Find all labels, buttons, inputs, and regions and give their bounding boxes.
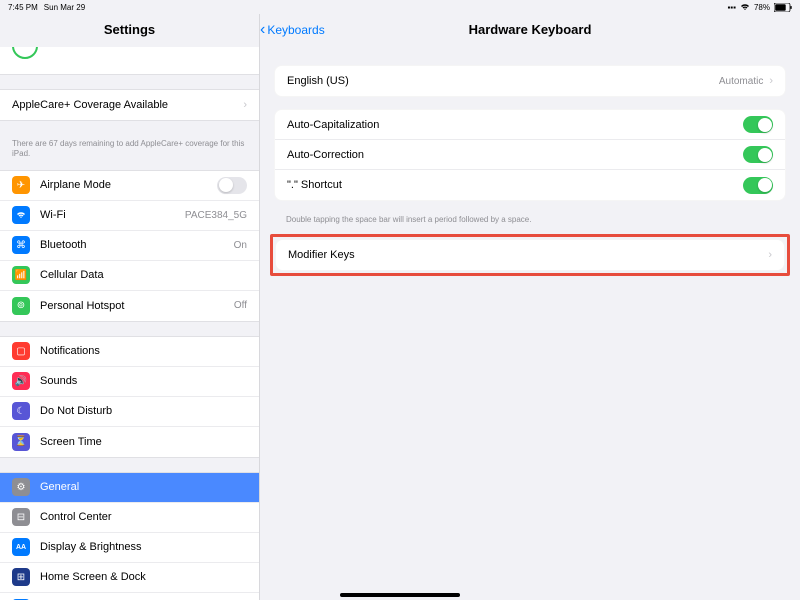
highlight-annotation: Modifier Keys › xyxy=(270,234,790,276)
general-row[interactable]: ⚙ General xyxy=(0,473,259,503)
wifi-settings-icon xyxy=(12,206,30,224)
airplane-icon: ✈ xyxy=(12,176,30,194)
autocap-row[interactable]: Auto-Capitalization xyxy=(275,110,785,140)
hourglass-icon: ⏳ xyxy=(12,433,30,451)
control-center-row[interactable]: ⊟ Control Center xyxy=(0,503,259,533)
status-time: 7:45 PM xyxy=(8,3,38,12)
airplane-mode-row[interactable]: ✈ Airplane Mode xyxy=(0,171,259,201)
grid-icon: ⊞ xyxy=(12,568,30,586)
autocorrect-toggle[interactable] xyxy=(743,146,773,163)
back-button[interactable]: ‹ Keyboards xyxy=(260,21,325,39)
shortcut-toggle[interactable] xyxy=(743,177,773,194)
gear-icon: ⚙ xyxy=(12,478,30,496)
modifier-keys-row[interactable]: Modifier Keys › xyxy=(276,240,784,270)
detail-pane: ‹ Keyboards Hardware Keyboard English (U… xyxy=(260,14,800,600)
wifi-icon xyxy=(740,3,750,11)
status-date: Sun Mar 29 xyxy=(44,3,85,12)
cellular-icon: 📶 xyxy=(12,266,30,284)
applecare-label: AppleCare+ Coverage Available xyxy=(12,99,237,111)
sidebar: Settings AppleCare+ Coverage Available ›… xyxy=(0,14,260,600)
applecare-note: There are 67 days remaining to add Apple… xyxy=(0,135,259,170)
autocorrect-row[interactable]: Auto-Correction xyxy=(275,140,785,170)
hotspot-icon: ⊚ xyxy=(12,297,30,315)
chevron-right-icon: › xyxy=(243,99,247,111)
bluetooth-row[interactable]: ⌘ Bluetooth On xyxy=(0,231,259,261)
status-bar: 7:45 PM Sun Mar 29 ▪▪▪ 78% xyxy=(0,0,800,14)
display-icon: AA xyxy=(12,538,30,556)
cellular-row[interactable]: 📶 Cellular Data xyxy=(0,261,259,291)
moon-icon: ☾ xyxy=(12,402,30,420)
page-title: Hardware Keyboard xyxy=(469,22,592,37)
chevron-left-icon: ‹ xyxy=(260,21,265,39)
chevron-right-icon: › xyxy=(768,249,772,261)
autocap-toggle[interactable] xyxy=(743,116,773,133)
sounds-icon: 🔊 xyxy=(12,372,30,390)
wifi-row[interactable]: Wi-Fi PACE384_5G xyxy=(0,201,259,231)
homescreen-row[interactable]: ⊞ Home Screen & Dock xyxy=(0,563,259,593)
sliders-icon: ⊟ xyxy=(12,508,30,526)
accessibility-row[interactable]: ☺ Accessibility xyxy=(0,593,259,600)
sounds-row[interactable]: 🔊 Sounds xyxy=(0,367,259,397)
cellular-bars-icon: ▪▪▪ xyxy=(727,3,736,12)
chevron-right-icon: › xyxy=(769,75,773,87)
home-indicator[interactable] xyxy=(340,593,460,597)
display-row[interactable]: AA Display & Brightness xyxy=(0,533,259,563)
battery-percentage: 78% xyxy=(754,3,770,12)
sidebar-title: Settings xyxy=(0,22,259,37)
shortcut-row[interactable]: "." Shortcut xyxy=(275,170,785,200)
airplane-toggle[interactable] xyxy=(217,177,247,194)
notifications-row[interactable]: ▢ Notifications xyxy=(0,337,259,367)
shortcut-caption: Double tapping the space bar will insert… xyxy=(260,213,800,234)
bluetooth-icon: ⌘ xyxy=(12,236,30,254)
language-row[interactable]: English (US) Automatic › xyxy=(275,66,785,96)
battery-icon xyxy=(774,3,792,12)
hotspot-row[interactable]: ⊚ Personal Hotspot Off xyxy=(0,291,259,321)
apple-id-peek[interactable] xyxy=(0,47,259,75)
applecare-row[interactable]: AppleCare+ Coverage Available › xyxy=(0,90,259,120)
screentime-row[interactable]: ⏳ Screen Time xyxy=(0,427,259,457)
dnd-row[interactable]: ☾ Do Not Disturb xyxy=(0,397,259,427)
notifications-icon: ▢ xyxy=(12,342,30,360)
